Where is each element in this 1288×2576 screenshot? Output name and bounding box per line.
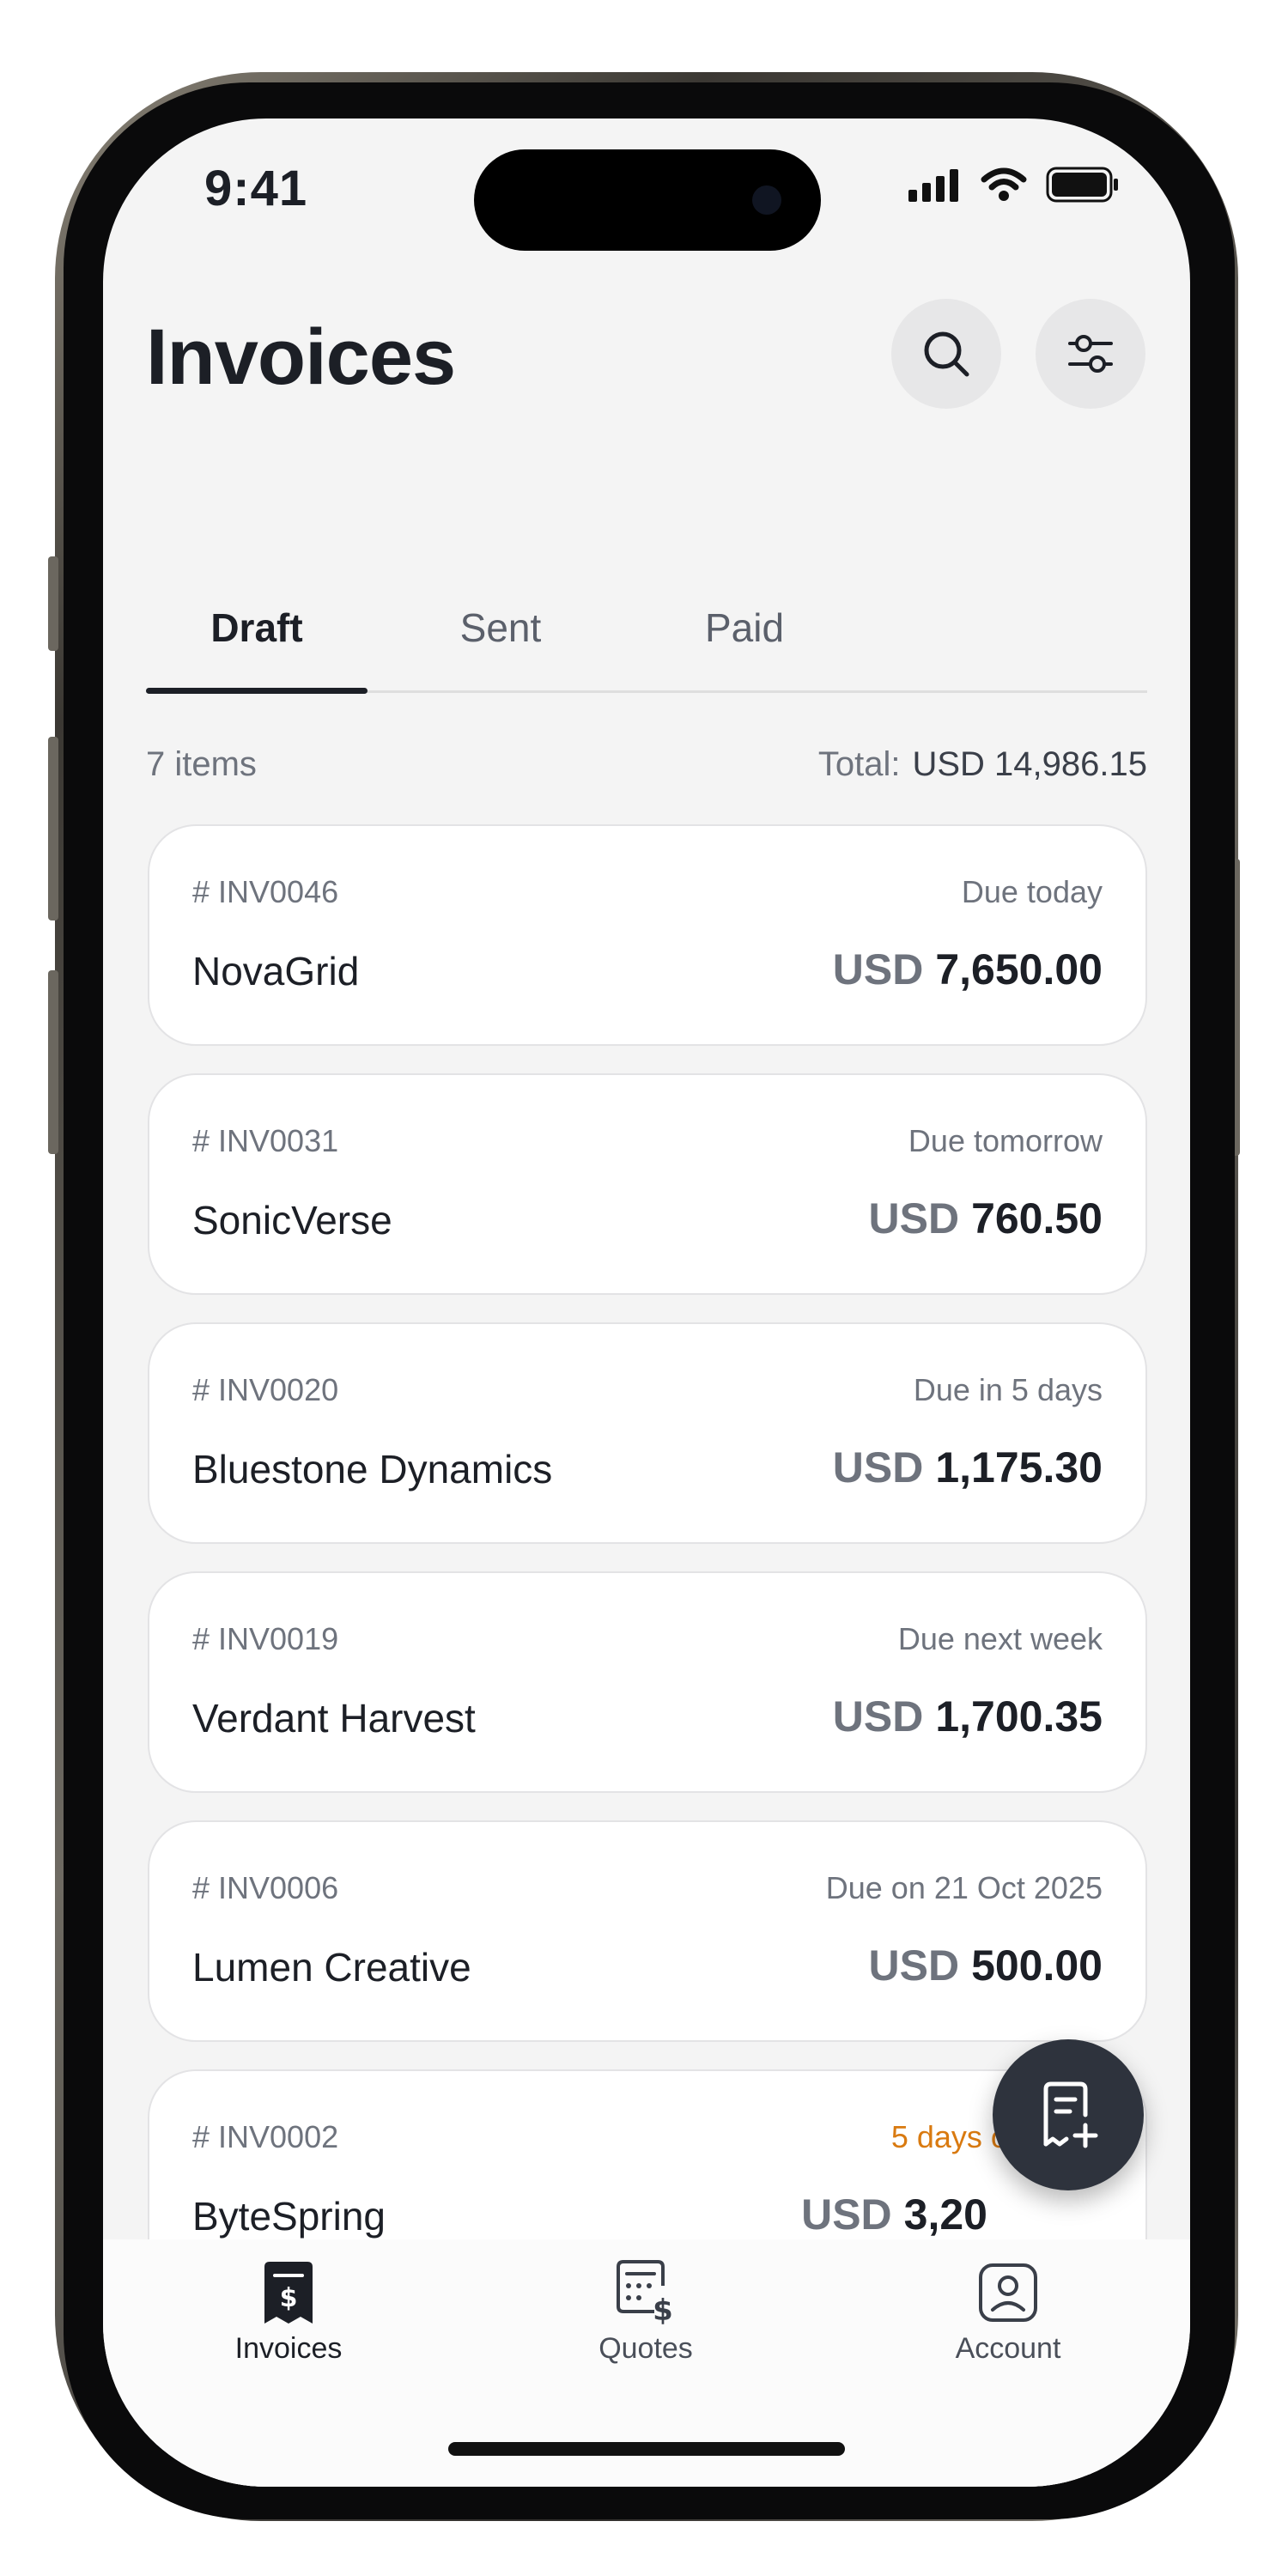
status-time: 9:41 — [204, 161, 308, 216]
invoice-card[interactable]: # INV0006 Due on 21 Oct 2025 Lumen Creat… — [148, 1820, 1147, 2042]
currency: USD — [832, 945, 924, 993]
client-name: Verdant Harvest — [192, 1696, 476, 1741]
invoice-amount: USD 3,20 — [801, 2190, 987, 2239]
tab-sent[interactable]: Sent — [390, 565, 611, 690]
page-title: Invoices — [146, 313, 456, 401]
invoice-number: # INV0002 — [192, 2119, 339, 2154]
filter-button[interactable] — [1036, 299, 1145, 409]
client-name: NovaGrid — [192, 949, 360, 993]
client-name: ByteSpring — [192, 2194, 386, 2239]
nav-account[interactable]: Account — [896, 2260, 1120, 2366]
invoice-card[interactable]: # INV0019 Due next week Verdant Harvest … — [148, 1571, 1147, 1793]
total-value: USD 14,986.15 — [912, 745, 1147, 783]
front-camera — [752, 185, 781, 215]
status-icons — [907, 167, 1120, 203]
invoice-number: # INV0031 — [192, 1123, 339, 1158]
home-indicator[interactable] — [448, 2442, 845, 2456]
tab-draft-label: Draft — [210, 605, 303, 650]
sliders-icon — [1068, 335, 1113, 373]
invoice-card[interactable]: # INV0020 Due in 5 days Bluestone Dynami… — [148, 1322, 1147, 1544]
invoice-number: # INV0046 — [192, 874, 339, 909]
currency: USD — [832, 1692, 924, 1741]
svg-text:$: $ — [280, 2283, 298, 2313]
due-status: Due on 21 Oct 2025 — [825, 1870, 1103, 1905]
nav-invoices-label: Invoices — [234, 2332, 343, 2365]
amount-value: 1,700.35 — [935, 1692, 1103, 1741]
currency: USD — [868, 1194, 960, 1242]
search-icon — [924, 331, 969, 377]
nav-quotes[interactable]: $ Quotes — [534, 2260, 757, 2366]
search-button[interactable] — [891, 299, 1001, 409]
invoice-card[interactable]: # INV0031 Due tomorrow SonicVerse USD 760… — [148, 1073, 1147, 1295]
amount-value: 3,20 — [903, 2190, 987, 2239]
total: Total: USD 14,986.15 — [818, 745, 1147, 784]
invoice-amount: USD 7,650.00 — [833, 945, 1103, 994]
dynamic-island — [474, 149, 821, 251]
invoice-amount: USD 760.50 — [868, 1194, 1103, 1243]
amount-value: 760.50 — [971, 1194, 1103, 1242]
item-count: 7 items — [146, 745, 257, 783]
due-status: Due tomorrow — [908, 1123, 1103, 1158]
client-name: SonicVerse — [192, 1198, 392, 1242]
amount-value: 500.00 — [971, 1941, 1103, 1990]
due-status: Due next week — [897, 1621, 1103, 1656]
volume-up-button — [48, 737, 58, 920]
invoice-dollar-icon: $ — [264, 2262, 313, 2324]
currency: USD — [868, 1941, 960, 1990]
battery-icon — [1046, 167, 1118, 203]
status-tabs: Draft Sent Paid — [146, 565, 1147, 694]
invoice-number: # INV0020 — [192, 1372, 339, 1407]
total-label: Total: — [817, 745, 901, 783]
client-name: Bluestone Dynamics — [192, 1447, 553, 1492]
account-icon — [979, 2263, 1037, 2322]
nav-invoices[interactable]: $ Invoices — [177, 2260, 400, 2366]
active-tab-indicator — [146, 688, 368, 694]
new-invoice-button[interactable] — [993, 2039, 1144, 2190]
screen: 9:41 Invoices Draft Sent Paid 7 items To… — [103, 118, 1190, 2487]
mute-switch — [48, 556, 58, 651]
signal-icon — [908, 169, 958, 202]
invoice-number: # INV0006 — [192, 1870, 339, 1905]
invoice-amount: USD 500.00 — [868, 1941, 1103, 1990]
wifi-icon — [981, 167, 1027, 201]
nav-account-label: Account — [955, 2332, 1061, 2365]
due-status: Due in 5 days — [913, 1372, 1103, 1407]
summary-row: 7 items Total: USD 14,986.15 — [146, 745, 1147, 784]
svg-text:$: $ — [653, 2293, 673, 2325]
client-name: Lumen Creative — [192, 1945, 471, 1990]
volume-down-button — [48, 970, 58, 1154]
nav-quotes-label: Quotes — [598, 2332, 693, 2365]
invoice-card[interactable]: # INV0046 Due today NovaGrid USD 7,650.00 — [148, 824, 1147, 1046]
amount-value: 1,175.30 — [935, 1443, 1103, 1492]
quote-dollar-icon: $ — [617, 2260, 673, 2325]
currency: USD — [832, 1443, 924, 1492]
invoice-number: # INV0019 — [192, 1621, 339, 1656]
new-invoice-icon — [1043, 2081, 1098, 2148]
tab-draft[interactable]: Draft — [146, 565, 368, 694]
due-status: Due today — [961, 874, 1103, 909]
tab-sent-label: Sent — [459, 605, 542, 650]
tab-paid[interactable]: Paid — [634, 565, 855, 690]
tab-paid-label: Paid — [704, 605, 785, 650]
amount-value: 7,650.00 — [935, 945, 1103, 993]
invoice-amount: USD 1,175.30 — [833, 1443, 1103, 1492]
invoice-amount: USD 1,700.35 — [833, 1692, 1103, 1741]
currency: USD — [801, 2190, 892, 2239]
